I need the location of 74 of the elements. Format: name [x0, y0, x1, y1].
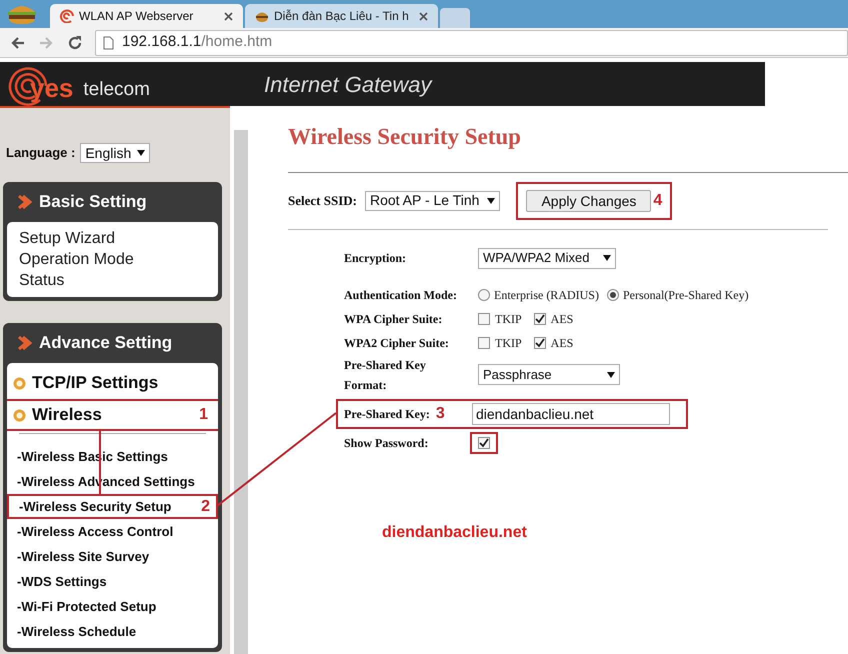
url-text: 192.168.1.1/home.htm — [122, 32, 272, 52]
checkmark-icon — [534, 338, 545, 348]
field-label: Encryption: — [344, 250, 408, 267]
brand-logo-text: yes — [30, 73, 74, 103]
option-label: TKIP — [495, 334, 522, 352]
annotation-number: 3 — [436, 406, 445, 422]
menu-link[interactable]: Setup Wizard — [19, 228, 116, 249]
field-label: Authentication Mode: — [344, 286, 458, 304]
checkbox[interactable] — [478, 312, 490, 324]
field-label: WPA Cipher Suite: — [344, 310, 444, 328]
checkbox[interactable] — [478, 436, 490, 448]
option-label: AES — [550, 334, 574, 352]
annotation-number: 1 — [199, 407, 208, 423]
menu-link[interactable]: Operation Mode — [19, 249, 134, 270]
page-header-title: Internet Gateway — [264, 70, 432, 99]
checkmark-icon — [479, 438, 489, 448]
option-label: TKIP — [495, 310, 522, 328]
dropdown-arrow-icon — [487, 198, 496, 204]
tab-title: WLAN AP Webserver — [79, 8, 194, 25]
page-title: Wireless Security Setup — [288, 123, 522, 151]
close-icon — [419, 12, 428, 20]
close-icon — [224, 12, 233, 20]
browser-tab[interactable]: WLAN AP Webserver — [50, 4, 243, 28]
submenu-link[interactable]: -Wireless Access Control — [17, 522, 174, 542]
menu-link[interactable]: Status — [19, 270, 64, 291]
menu-group-link[interactable]: Wireless — [32, 402, 102, 428]
language-select[interactable]: English — [80, 143, 150, 163]
dropdown-arrow-icon — [137, 150, 146, 156]
checkbox[interactable] — [534, 336, 546, 348]
annotation-number: 4 — [653, 192, 662, 208]
submenu-link[interactable]: -Wi-Fi Protected Setup — [17, 596, 156, 616]
field-label: Show Password: — [344, 434, 430, 452]
panel-heading: Advance Setting — [39, 332, 172, 354]
radio-button[interactable] — [606, 288, 619, 300]
dropdown-select[interactable]: Passphrase — [478, 364, 620, 385]
reload-icon[interactable] — [67, 34, 83, 50]
checkbox[interactable] — [478, 336, 490, 348]
back-icon[interactable] — [10, 34, 26, 50]
bulb-icon — [13, 408, 26, 422]
option-label: Personal(Pre-Shared Key) — [622, 286, 749, 304]
chevron-icon — [17, 194, 33, 210]
swirl-icon — [60, 9, 74, 23]
tab-title: Diễn đàn Bạc Liêu - Tin h — [274, 8, 410, 25]
submenu-link[interactable]: -Wireless Schedule — [17, 622, 136, 642]
field-label: WPA2 Cipher Suite: — [344, 334, 450, 352]
scrollbar[interactable] — [234, 130, 248, 654]
annotation-number: 2 — [201, 498, 210, 514]
browser-tab[interactable]: Diễn đàn Bạc Liêu - Tin h — [245, 4, 438, 28]
page-icon — [103, 36, 114, 50]
checkbox[interactable] — [534, 312, 546, 324]
option-label: Enterprise (RADIUS) — [494, 286, 599, 304]
submenu-link[interactable]: -Wireless Site Survey — [17, 546, 150, 566]
site-address-text: diendanbaclieu.net — [382, 522, 528, 542]
panel-heading: Basic Setting — [39, 191, 147, 214]
chevron-icon — [17, 335, 33, 351]
option-label: AES — [550, 310, 574, 328]
brand-suffix: telecom — [83, 78, 150, 102]
menu-group-link[interactable]: TCP/IP Settings — [32, 370, 158, 396]
field-label: Pre-Shared Key: — [344, 406, 430, 422]
dropdown-arrow-icon — [607, 372, 615, 378]
ssid-select[interactable]: Root AP - Le Tinh — [364, 190, 500, 210]
bulb-icon — [13, 376, 26, 390]
apply-changes-button[interactable]: Apply Changes — [526, 190, 652, 212]
submenu-link[interactable]: -WDS Settings — [17, 572, 107, 592]
field-label: Pre-Shared Key Format: — [344, 356, 427, 394]
checkmark-icon — [534, 314, 545, 324]
dropdown-arrow-icon — [603, 255, 611, 261]
language-label: Language : — [6, 144, 76, 162]
ssid-label: Select SSID: — [288, 192, 357, 210]
dropdown-select[interactable]: WPA/WPA2 Mixed — [478, 248, 616, 268]
password-field[interactable]: diendanbaclieu.net — [472, 402, 670, 424]
submenu-link[interactable]: -Wireless Security Setup — [19, 496, 172, 516]
radio-button[interactable] — [478, 288, 490, 300]
address-bar[interactable]: 192.168.1.1/home.htm — [95, 30, 848, 56]
